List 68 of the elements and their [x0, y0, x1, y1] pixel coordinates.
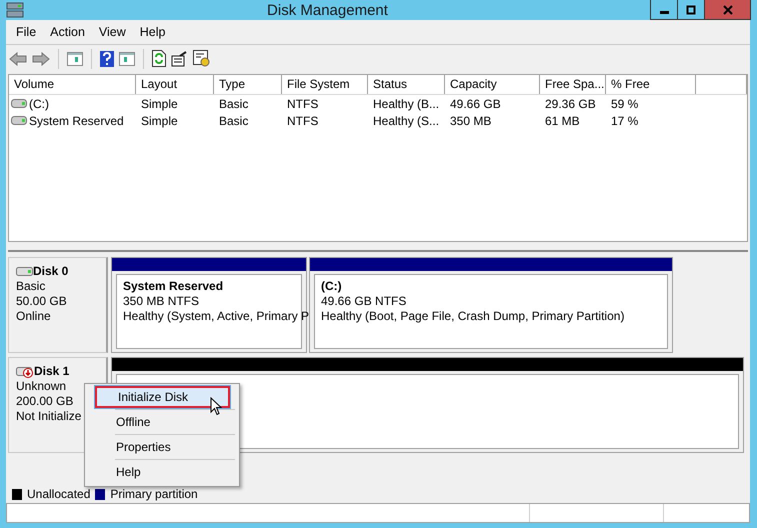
column-header[interactable]: Capacity [445, 75, 540, 94]
partition-status: Healthy (System, Active, Primary P [123, 309, 310, 324]
column-header[interactable]: Free Spa... [540, 75, 606, 94]
partition-size: 350 MB NTFS [123, 294, 200, 309]
disk-name: Disk 1 [34, 364, 70, 379]
minimize-icon [660, 11, 668, 14]
table-cell: Basic [219, 96, 248, 110]
table-cell: Healthy (B... [373, 96, 440, 110]
table-cell: Simple [141, 114, 178, 128]
table-cell: 29.36 GB [545, 96, 596, 110]
disk-info: Basic [16, 279, 46, 294]
help-icon[interactable] [100, 50, 114, 66]
table-cell: NTFS [287, 114, 318, 128]
mouse-cursor-icon [210, 397, 222, 416]
volume-name: System Reserved [29, 114, 124, 128]
close-icon [722, 4, 732, 14]
partition-block[interactable]: System Reserved 350 MB NTFS Healthy (System, Active, Primary P [111, 257, 307, 353]
properties-icon[interactable] [171, 50, 188, 66]
table-cell: Healthy (S... [373, 114, 440, 128]
column-header[interactable]: Type [214, 75, 282, 94]
menu-item[interactable]: Help [132, 25, 172, 39]
menu-item[interactable]: Help [85, 461, 237, 483]
window-title: Disk Management [266, 2, 389, 18]
disk-label-panel[interactable]: Disk 0 Basic 50.00 GB Online [8, 257, 108, 353]
table-cell: 59 % [611, 96, 638, 110]
table-cell: 17 % [611, 114, 638, 128]
drive-error-icon [16, 366, 34, 378]
table-cell: Simple [141, 96, 178, 110]
drive-icon [11, 116, 27, 125]
table-cell: 350 MB [450, 114, 492, 128]
table-cell: 49.66 GB [450, 96, 501, 110]
partition-block[interactable]: (C:) 49.66 GB NTFS Healthy (Boot, Page File, Crash Dump, Primary Partition) [309, 257, 673, 353]
column-header[interactable]: Layout [136, 75, 214, 94]
table-cell: Basic [219, 114, 248, 128]
column-header[interactable]: Volume [9, 75, 136, 94]
disk-info: Unknown [16, 379, 66, 394]
column-header[interactable]: Status [368, 75, 445, 94]
legend-label: Unallocated [27, 487, 90, 501]
action-pane-icon[interactable] [119, 52, 135, 66]
partition-status: Healthy (Boot, Page File, Crash Dump, Primary Partition) [321, 309, 624, 324]
disk-name: Disk 0 [33, 264, 68, 279]
menu-item[interactable]: File [9, 25, 44, 39]
menu-item[interactable]: View [92, 25, 133, 39]
table-cell: 61 MB [545, 114, 580, 128]
maximize-icon [686, 4, 696, 14]
disk-management-icon [6, 2, 24, 18]
disk-info: 50.00 GB [16, 294, 67, 309]
back-arrow-icon[interactable] [9, 52, 27, 66]
menu-item[interactable]: Action [43, 25, 92, 39]
refresh-icon[interactable] [152, 50, 166, 67]
partition-size: 49.66 GB NTFS [321, 294, 406, 309]
minimize-button[interactable] [650, 0, 678, 20]
disk-info: 200.00 GB [16, 394, 74, 409]
volume-name: (C:) [29, 96, 49, 110]
column-header[interactable]: File System [282, 75, 368, 94]
console-tree-icon[interactable] [67, 52, 83, 66]
close-button[interactable] [704, 0, 751, 20]
drive-icon [16, 267, 33, 276]
column-header[interactable]: % Free [606, 75, 696, 94]
disk-info: Online [16, 309, 51, 324]
table-cell: NTFS [287, 96, 318, 110]
partition-name: (C:) [321, 279, 342, 294]
disk-info: Not Initialize [16, 409, 82, 424]
partition-name: System Reserved [123, 279, 224, 294]
menu-item[interactable]: Initialize Disk [95, 386, 230, 408]
legend-label: Primary partition [110, 487, 198, 501]
drive-icon [11, 99, 27, 108]
forward-arrow-icon[interactable] [32, 52, 50, 66]
